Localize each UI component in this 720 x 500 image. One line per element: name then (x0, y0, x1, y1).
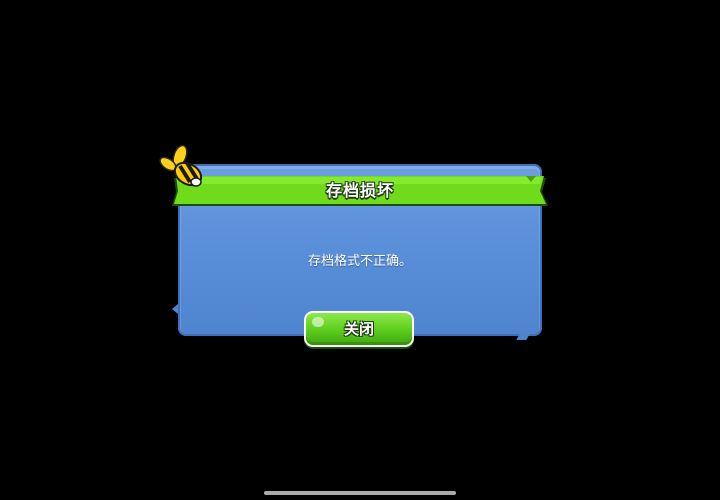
home-indicator[interactable] (264, 491, 456, 495)
dialog-title: 存档损坏 (325, 181, 394, 200)
button-shine-decoration (312, 317, 324, 327)
dialog-message: 存档格式不正确。 (307, 254, 412, 269)
bee-icon (154, 144, 206, 190)
title-ribbon: 存档损坏 (170, 174, 550, 210)
close-button[interactable]: 关闭 (304, 311, 414, 347)
panel-notch-decoration (172, 304, 178, 314)
game-screen: 存档损坏 存档格式不正确。 关闭 (0, 0, 720, 500)
panel-notch-decoration (516, 334, 530, 340)
